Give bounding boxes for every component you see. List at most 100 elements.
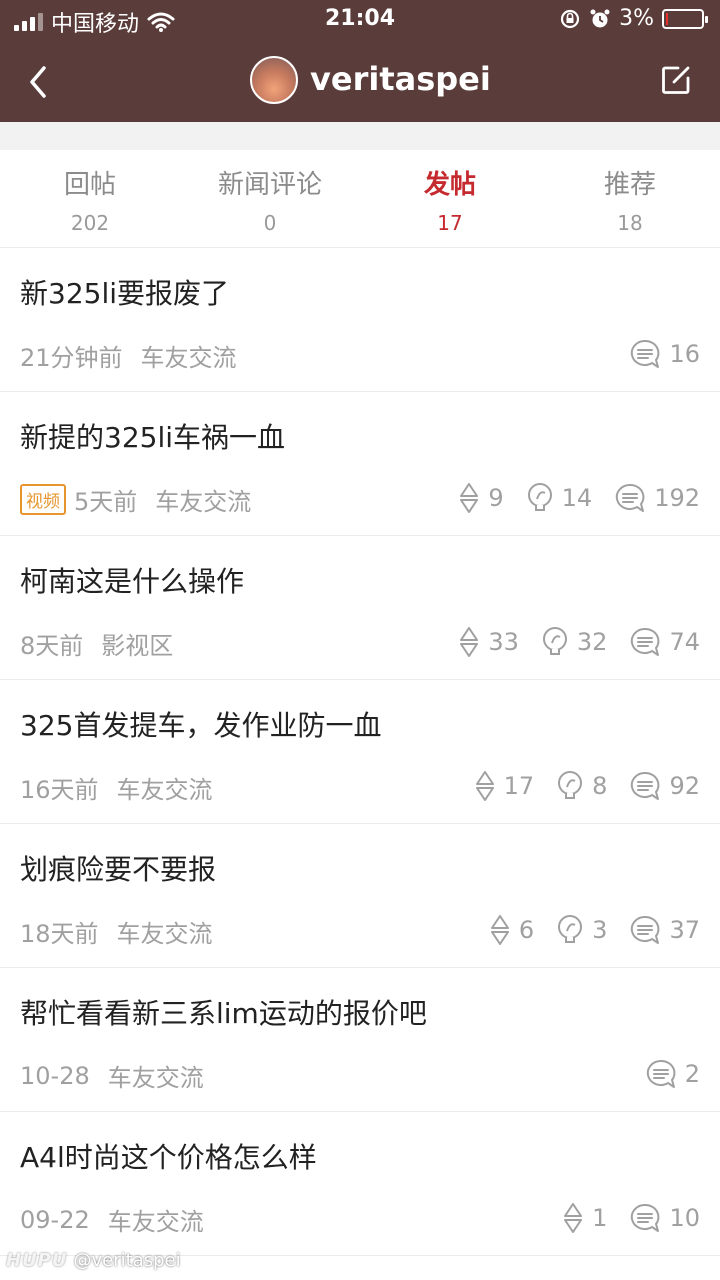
tab-2[interactable]: 发帖 17 [360,150,540,247]
reply-count: 10 [669,1204,700,1232]
vote-icon [564,1203,583,1233]
post-time: 10-28 [20,1061,90,1090]
post-stats: 16 [629,338,700,370]
post-meta: 16天前 车友交流 [20,770,213,805]
reply-icon [631,627,660,656]
list-item[interactable]: 325首发提车，发作业防一血 16天前 车友交流 17 8 92 [0,680,720,824]
tab-label: 推荐 [603,170,656,200]
reply-stat: 10 [629,1202,700,1234]
light-count: 8 [592,772,608,800]
tab-1[interactable]: 新闻评论 0 [180,150,360,247]
post-meta: 10-28 车友交流 [20,1058,204,1093]
list-item[interactable]: 新325li要报废了 21分钟前 车友交流 16 [0,248,720,392]
post-category[interactable]: 车友交流 [108,1202,204,1237]
reply-icon [631,1203,660,1232]
tab-0[interactable]: 回帖 202 [0,150,180,247]
reply-count: 16 [669,340,700,368]
light-icon [527,483,552,511]
watermark: HUPU @veritaspei [6,1250,181,1271]
edit-icon[interactable] [660,64,692,96]
alarm-icon [590,9,610,27]
post-category[interactable]: 车友交流 [108,1058,204,1093]
post-title[interactable]: 325首发提车，发作业防一血 [20,704,381,744]
post-title[interactable]: 新325li要报废了 [20,272,229,312]
reply-stat: 16 [629,338,700,370]
post-category[interactable]: 车友交流 [141,338,237,373]
light-stat: 3 [556,914,607,946]
post-stats: 1 10 [562,1202,700,1234]
reply-icon [631,915,660,944]
post-time: 8天前 [20,632,84,660]
reply-count: 74 [669,628,700,656]
video-badge: 视频 [20,484,66,515]
light-count: 14 [561,484,593,512]
post-title[interactable]: A4l时尚这个价格怎么样 [20,1136,317,1176]
reply-stat: 37 [629,914,700,946]
vote-stat: 33 [458,626,519,658]
tab-label: 发帖 [423,170,476,200]
back-icon[interactable] [24,62,52,102]
list-item[interactable]: 柯南这是什么操作 8天前 影视区 33 32 74 [0,536,720,680]
post-time: 09-22 [20,1205,90,1234]
list-item[interactable]: 新提的325li车祸一血视频 5天前 车友交流 9 14 192 [0,392,720,536]
tab-count: 18 [617,211,643,235]
post-meta: 21分钟前 车友交流 [20,338,237,373]
post-category[interactable]: 车友交流 [117,914,213,949]
post-time: 21分钟前 [20,344,123,372]
reply-count: 192 [654,484,700,512]
avatar[interactable] [250,56,298,104]
battery-icon [662,8,708,29]
tab-count: 202 [70,211,110,235]
vote-count: 33 [488,628,519,656]
post-title[interactable]: 划痕险要不要报 [20,848,216,888]
post-stats: 17 8 92 [474,770,700,802]
tab-label: 新闻评论 [217,170,322,200]
post-title[interactable]: 柯南这是什么操作 [20,560,244,600]
status-right: 3% [559,6,708,31]
post-time: 5天前 [74,488,138,516]
reply-icon [616,483,645,512]
vote-count: 6 [518,916,535,944]
vote-stat: 17 [474,770,534,802]
vote-stat: 6 [489,914,534,946]
reply-stat: 2 [645,1058,700,1090]
light-icon [542,627,567,655]
post-category[interactable]: 影视区 [101,626,173,661]
rotation-lock-icon [560,9,580,28]
reply-stat: 92 [629,770,700,802]
vote-stat: 1 [562,1202,607,1234]
post-meta: 09-22 车友交流 [20,1202,204,1237]
list-item[interactable]: A4l时尚这个价格怎么样 09-22 车友交流 1 10 [0,1112,720,1256]
post-title[interactable]: 帮忙看看新三系lim运动的报价吧 [20,992,427,1032]
app-header: 中国移动 21:04 3% veritaspei [0,0,720,122]
section-gap [0,122,720,150]
watermark-brand: HUPU [6,1250,68,1271]
post-category[interactable]: 车友交流 [155,482,251,517]
light-stat: 8 [556,770,607,802]
reply-count: 37 [669,916,700,944]
vote-count: 1 [592,1204,608,1232]
light-stat: 32 [541,626,607,658]
tab-count: 0 [263,211,277,235]
username: veritaspei [310,60,491,98]
status-bar: 中国移动 21:04 3% [0,0,720,40]
reply-count: 92 [669,772,700,800]
post-title[interactable]: 新提的325li车祸一血 [20,416,285,456]
vote-count: 9 [488,484,504,512]
tab-3[interactable]: 推荐 18 [540,150,720,247]
nav-bar: veritaspei [0,40,720,122]
reply-count: 2 [684,1060,700,1088]
vote-icon [460,627,479,657]
light-count: 3 [592,916,608,944]
list-item[interactable]: 划痕险要不要报 18天前 车友交流 6 3 37 [0,824,720,968]
vote-icon [475,771,494,801]
post-stats: 9 14 192 [458,482,700,514]
vote-icon [490,915,509,945]
reply-stat: 192 [614,482,700,514]
post-category[interactable]: 车友交流 [117,770,213,805]
light-icon [558,771,583,799]
light-icon [558,915,583,943]
list-item[interactable]: 帮忙看看新三系lim运动的报价吧 10-28 车友交流 2 [0,968,720,1112]
post-time: 18天前 [20,920,99,948]
tab-count: 17 [437,211,463,235]
